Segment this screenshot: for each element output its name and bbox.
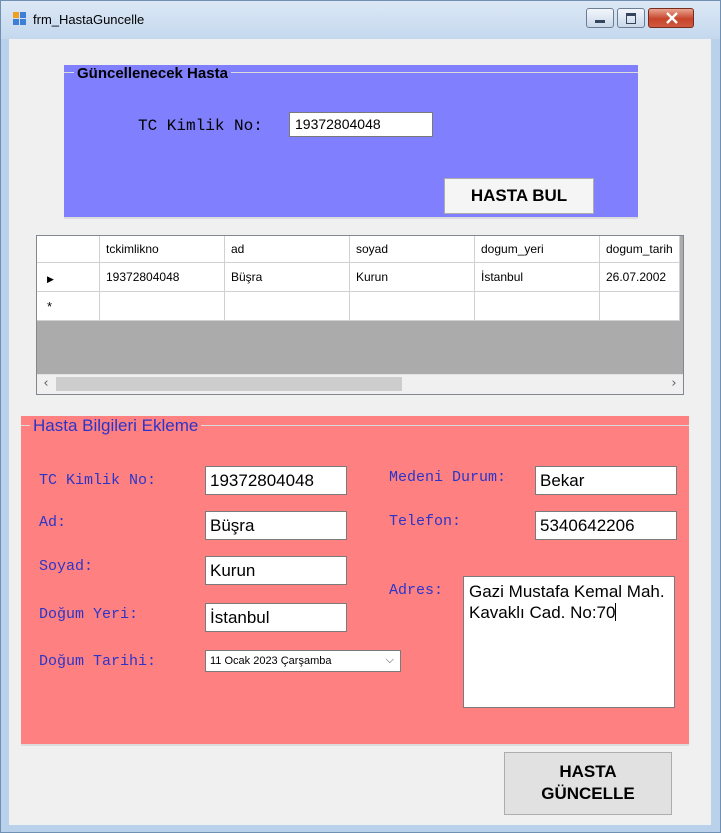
form-client-area: Güncellenecek Hasta TC Kimlik No: 193728… xyxy=(9,39,711,825)
app-window: frm_HastaGuncelle Güncellenecek Hasta TC… xyxy=(0,0,721,833)
adres-label: Adres: xyxy=(389,582,444,599)
column-header[interactable]: soyad xyxy=(350,236,475,263)
text-caret xyxy=(615,603,617,621)
column-header[interactable]: ad xyxy=(225,236,350,263)
medeni-durum-label: Medeni Durum: xyxy=(389,469,507,486)
update-patient-button[interactable]: HASTA GÜNCELLE xyxy=(504,752,672,815)
details-groupbox: Hasta Bilgileri Ekleme TC Kimlik No: 193… xyxy=(21,416,689,746)
dogum-yeri-input[interactable]: İstanbul xyxy=(205,603,347,632)
row-header[interactable]: ▶ xyxy=(37,263,100,292)
ad-label: Ad: xyxy=(39,514,67,531)
scroll-right-icon[interactable]: › xyxy=(666,376,682,391)
column-header[interactable]: dogum_yeri xyxy=(475,236,600,263)
column-header[interactable]: tckimlikno xyxy=(100,236,225,263)
form-icon xyxy=(13,12,27,26)
dogum-tarihi-label: Doğum Tarihi: xyxy=(39,653,157,670)
adres-textarea[interactable]: Gazi Mustafa Kemal Mah. Kavaklı Cad. No:… xyxy=(463,576,675,708)
patient-datagrid[interactable]: tckimlikno ad soyad dogum_yeri dogum_tar… xyxy=(36,235,684,395)
table-row[interactable]: ▶ 19372804048 Büşra Kurun İstanbul 26.07… xyxy=(37,263,680,292)
grid-cell[interactable] xyxy=(350,292,475,321)
grid-cell[interactable]: Büşra xyxy=(225,263,350,292)
date-value: 11 Ocak 2023 Çarşamba xyxy=(210,655,332,667)
row-header-corner xyxy=(37,236,100,263)
search-group-title: Güncellenecek Hasta xyxy=(74,65,231,82)
update-button-line1: HASTA xyxy=(559,762,617,781)
grid-cell[interactable]: 26.07.2002 xyxy=(600,263,680,292)
grid-cell[interactable] xyxy=(225,292,350,321)
update-button-line2: GÜNCELLE xyxy=(541,784,635,803)
grid-cell[interactable] xyxy=(600,292,680,321)
search-tc-label: TC Kimlik No: xyxy=(138,117,263,135)
search-groupbox: Güncellenecek Hasta TC Kimlik No: 193728… xyxy=(64,65,638,219)
close-button[interactable] xyxy=(648,8,694,28)
minimize-button[interactable] xyxy=(586,8,614,28)
medeni-durum-input[interactable]: Bekar xyxy=(535,466,677,495)
row-header[interactable]: * xyxy=(37,292,100,321)
scroll-left-icon[interactable]: ‹ xyxy=(38,376,54,391)
soyad-label: Soyad: xyxy=(39,558,94,575)
search-tc-input[interactable]: 19372804048 xyxy=(289,112,433,137)
window-title: frm_HastaGuncelle xyxy=(33,12,145,27)
new-row-icon: * xyxy=(47,299,53,314)
details-group-title: Hasta Bilgileri Ekleme xyxy=(30,416,202,436)
ad-input[interactable]: Büşra xyxy=(205,511,347,540)
telefon-input[interactable]: 5340642206 xyxy=(535,511,677,540)
table-row-new[interactable]: * xyxy=(37,292,680,321)
adres-text: Gazi Mustafa Kemal Mah. Kavaklı Cad. No:… xyxy=(469,582,665,622)
tc-input[interactable]: 19372804048 xyxy=(205,466,347,495)
scrollbar-thumb[interactable] xyxy=(56,377,402,391)
grid-cell[interactable]: Kurun xyxy=(350,263,475,292)
grid-cell[interactable] xyxy=(100,292,225,321)
chevron-down-icon[interactable]: ⌵ xyxy=(386,654,394,667)
tc-label: TC Kimlik No: xyxy=(39,472,157,489)
maximize-button[interactable] xyxy=(617,8,645,28)
horizontal-scrollbar[interactable]: ‹ › xyxy=(37,374,683,394)
minimize-icon xyxy=(595,20,605,23)
maximize-icon xyxy=(626,13,636,24)
find-patient-button[interactable]: HASTA BUL xyxy=(444,178,594,214)
soyad-input[interactable]: Kurun xyxy=(205,556,347,585)
title-bar[interactable]: frm_HastaGuncelle xyxy=(1,1,720,39)
dogum-tarihi-datepicker[interactable]: 11 Ocak 2023 Çarşamba ⌵ xyxy=(205,650,401,672)
grid-cell[interactable]: 19372804048 xyxy=(100,263,225,292)
grid-cell[interactable] xyxy=(475,292,600,321)
telefon-label: Telefon: xyxy=(389,513,462,530)
dogum-yeri-label: Doğum Yeri: xyxy=(39,606,139,623)
close-icon xyxy=(666,12,678,24)
grid-cell[interactable]: İstanbul xyxy=(475,263,600,292)
column-header[interactable]: dogum_tarih xyxy=(600,236,680,263)
grid-header-row: tckimlikno ad soyad dogum_yeri dogum_tar… xyxy=(37,236,680,263)
current-row-icon: ▶ xyxy=(47,274,54,284)
